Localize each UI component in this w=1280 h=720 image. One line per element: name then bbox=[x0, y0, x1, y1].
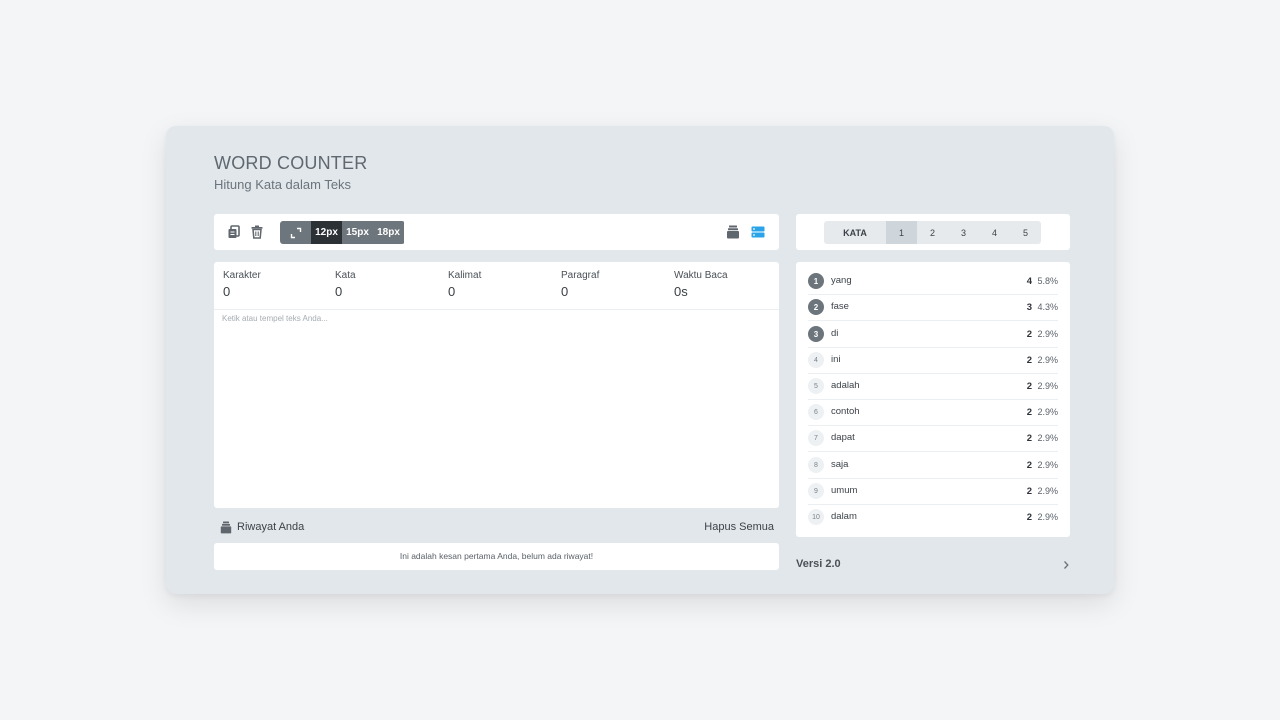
word-count: 2 bbox=[1026, 460, 1032, 471]
list-item: 3 di 2 2.9% bbox=[808, 322, 1058, 348]
rank-badge: 9 bbox=[808, 483, 824, 499]
word-count: 2 bbox=[1026, 381, 1032, 392]
history-empty-message: Ini adalah kesan pertama Anda, belum ada… bbox=[214, 543, 779, 570]
rank-badge: 6 bbox=[808, 404, 824, 420]
copy-icon[interactable] bbox=[226, 224, 242, 240]
history-title: Riwayat Anda bbox=[237, 521, 305, 533]
history-header: Riwayat Anda Hapus Semua bbox=[220, 520, 774, 536]
word-percentage: 2.9% bbox=[1037, 407, 1058, 417]
rank-badge: 7 bbox=[808, 430, 824, 446]
tab-4[interactable]: 4 bbox=[979, 221, 1010, 244]
list-item: 10 dalam 2 2.9% bbox=[808, 505, 1058, 531]
word-percentage: 4.3% bbox=[1037, 302, 1058, 312]
text-input[interactable] bbox=[222, 314, 771, 500]
stat-paragraphs: Paragraf 0 bbox=[561, 270, 600, 299]
word-percentage: 5.8% bbox=[1037, 276, 1058, 286]
list-item: 9 umum 2 2.9% bbox=[808, 479, 1058, 505]
word-text: adalah bbox=[831, 380, 860, 391]
word-text: dapat bbox=[831, 432, 855, 443]
word-percentage: 2.9% bbox=[1037, 433, 1058, 443]
list-item: 1 yang 4 5.8% bbox=[808, 269, 1058, 295]
list-item: 2 fase 3 4.3% bbox=[808, 295, 1058, 321]
word-percentage: 2.9% bbox=[1037, 381, 1058, 391]
chevron-right-icon[interactable] bbox=[1062, 560, 1070, 570]
list-item: 6 contoh 2 2.9% bbox=[808, 400, 1058, 426]
list-item: 4 ini 2 2.9% bbox=[808, 348, 1058, 374]
word-count: 2 bbox=[1026, 329, 1032, 340]
stat-characters: Karakter 0 bbox=[223, 270, 261, 299]
app-subtitle: Hitung Kata dalam Teks bbox=[214, 177, 352, 192]
word-count: 2 bbox=[1026, 355, 1032, 366]
word-text: fase bbox=[831, 301, 849, 312]
word-percentage: 2.9% bbox=[1037, 486, 1058, 496]
clear-history-button[interactable]: Hapus Semua bbox=[704, 521, 774, 533]
word-text: yang bbox=[831, 275, 852, 286]
rank-badge: 10 bbox=[808, 509, 824, 525]
font-size-18-button[interactable]: 18px bbox=[373, 221, 404, 244]
word-text: umum bbox=[831, 485, 858, 496]
text-panel: Karakter 0 Kata 0 Kalimat 0 Paragraf 0 W… bbox=[214, 262, 779, 508]
word-percentage: 2.9% bbox=[1037, 329, 1058, 339]
word-percentage: 2.9% bbox=[1037, 460, 1058, 470]
archive-icon bbox=[220, 521, 232, 534]
editor-toolbar: 12px 15px 18px bbox=[214, 214, 779, 250]
stats-bar: Karakter 0 Kata 0 Kalimat 0 Paragraf 0 W… bbox=[214, 262, 779, 310]
font-size-group: 12px 15px 18px bbox=[280, 221, 405, 244]
word-text: saja bbox=[831, 459, 849, 470]
rank-badge: 1 bbox=[808, 273, 824, 289]
word-count: 3 bbox=[1026, 302, 1032, 313]
word-text: dalam bbox=[831, 511, 857, 522]
trash-icon[interactable] bbox=[249, 224, 265, 240]
word-text: di bbox=[831, 328, 839, 339]
layout-toggle-icon[interactable] bbox=[750, 224, 766, 240]
list-item: 8 saja 2 2.9% bbox=[808, 453, 1058, 479]
tab-2[interactable]: 2 bbox=[917, 221, 948, 244]
list-item: 7 dapat 2 2.9% bbox=[808, 426, 1058, 452]
archive-icon[interactable] bbox=[725, 224, 741, 240]
word-frequency-list: 1 yang 4 5.8% 2 fase 3 4.3% 3 di 2 2.9% … bbox=[796, 262, 1070, 537]
rank-badge: 2 bbox=[808, 299, 824, 315]
version-label: Versi 2.0 bbox=[796, 558, 841, 570]
word-text: ini bbox=[831, 354, 841, 365]
word-counter-card: WORD COUNTER Hitung Kata dalam Teks 12px bbox=[166, 126, 1114, 594]
word-tabs: KATA 1 2 3 4 5 bbox=[824, 221, 1041, 244]
app-title: WORD COUNTER bbox=[214, 153, 368, 173]
word-count: 2 bbox=[1026, 512, 1032, 523]
stat-words: Kata 0 bbox=[335, 270, 356, 299]
word-percentage: 2.9% bbox=[1037, 512, 1058, 522]
rank-badge: 8 bbox=[808, 457, 824, 473]
stat-reading-time: Waktu Baca 0s bbox=[674, 270, 728, 299]
list-item: 5 adalah 2 2.9% bbox=[808, 374, 1058, 400]
font-size-15-button[interactable]: 15px bbox=[342, 221, 373, 244]
word-tabs-panel: KATA 1 2 3 4 5 bbox=[796, 214, 1070, 250]
rank-badge: 4 bbox=[808, 352, 824, 368]
word-count: 2 bbox=[1026, 486, 1032, 497]
tab-5[interactable]: 5 bbox=[1010, 221, 1041, 244]
word-count: 2 bbox=[1026, 407, 1032, 418]
word-text: contoh bbox=[831, 406, 860, 417]
expand-icon bbox=[290, 227, 301, 238]
tab-1[interactable]: 1 bbox=[886, 221, 917, 244]
word-count: 2 bbox=[1026, 433, 1032, 444]
expand-button[interactable] bbox=[280, 221, 311, 244]
tab-3[interactable]: 3 bbox=[948, 221, 979, 244]
rank-badge: 3 bbox=[808, 326, 824, 342]
font-size-12-button[interactable]: 12px bbox=[311, 221, 342, 244]
stat-sentences: Kalimat 0 bbox=[448, 270, 482, 299]
rank-badge: 5 bbox=[808, 378, 824, 394]
tab-kata[interactable]: KATA bbox=[824, 221, 886, 244]
word-count: 4 bbox=[1026, 276, 1032, 287]
word-percentage: 2.9% bbox=[1037, 355, 1058, 365]
